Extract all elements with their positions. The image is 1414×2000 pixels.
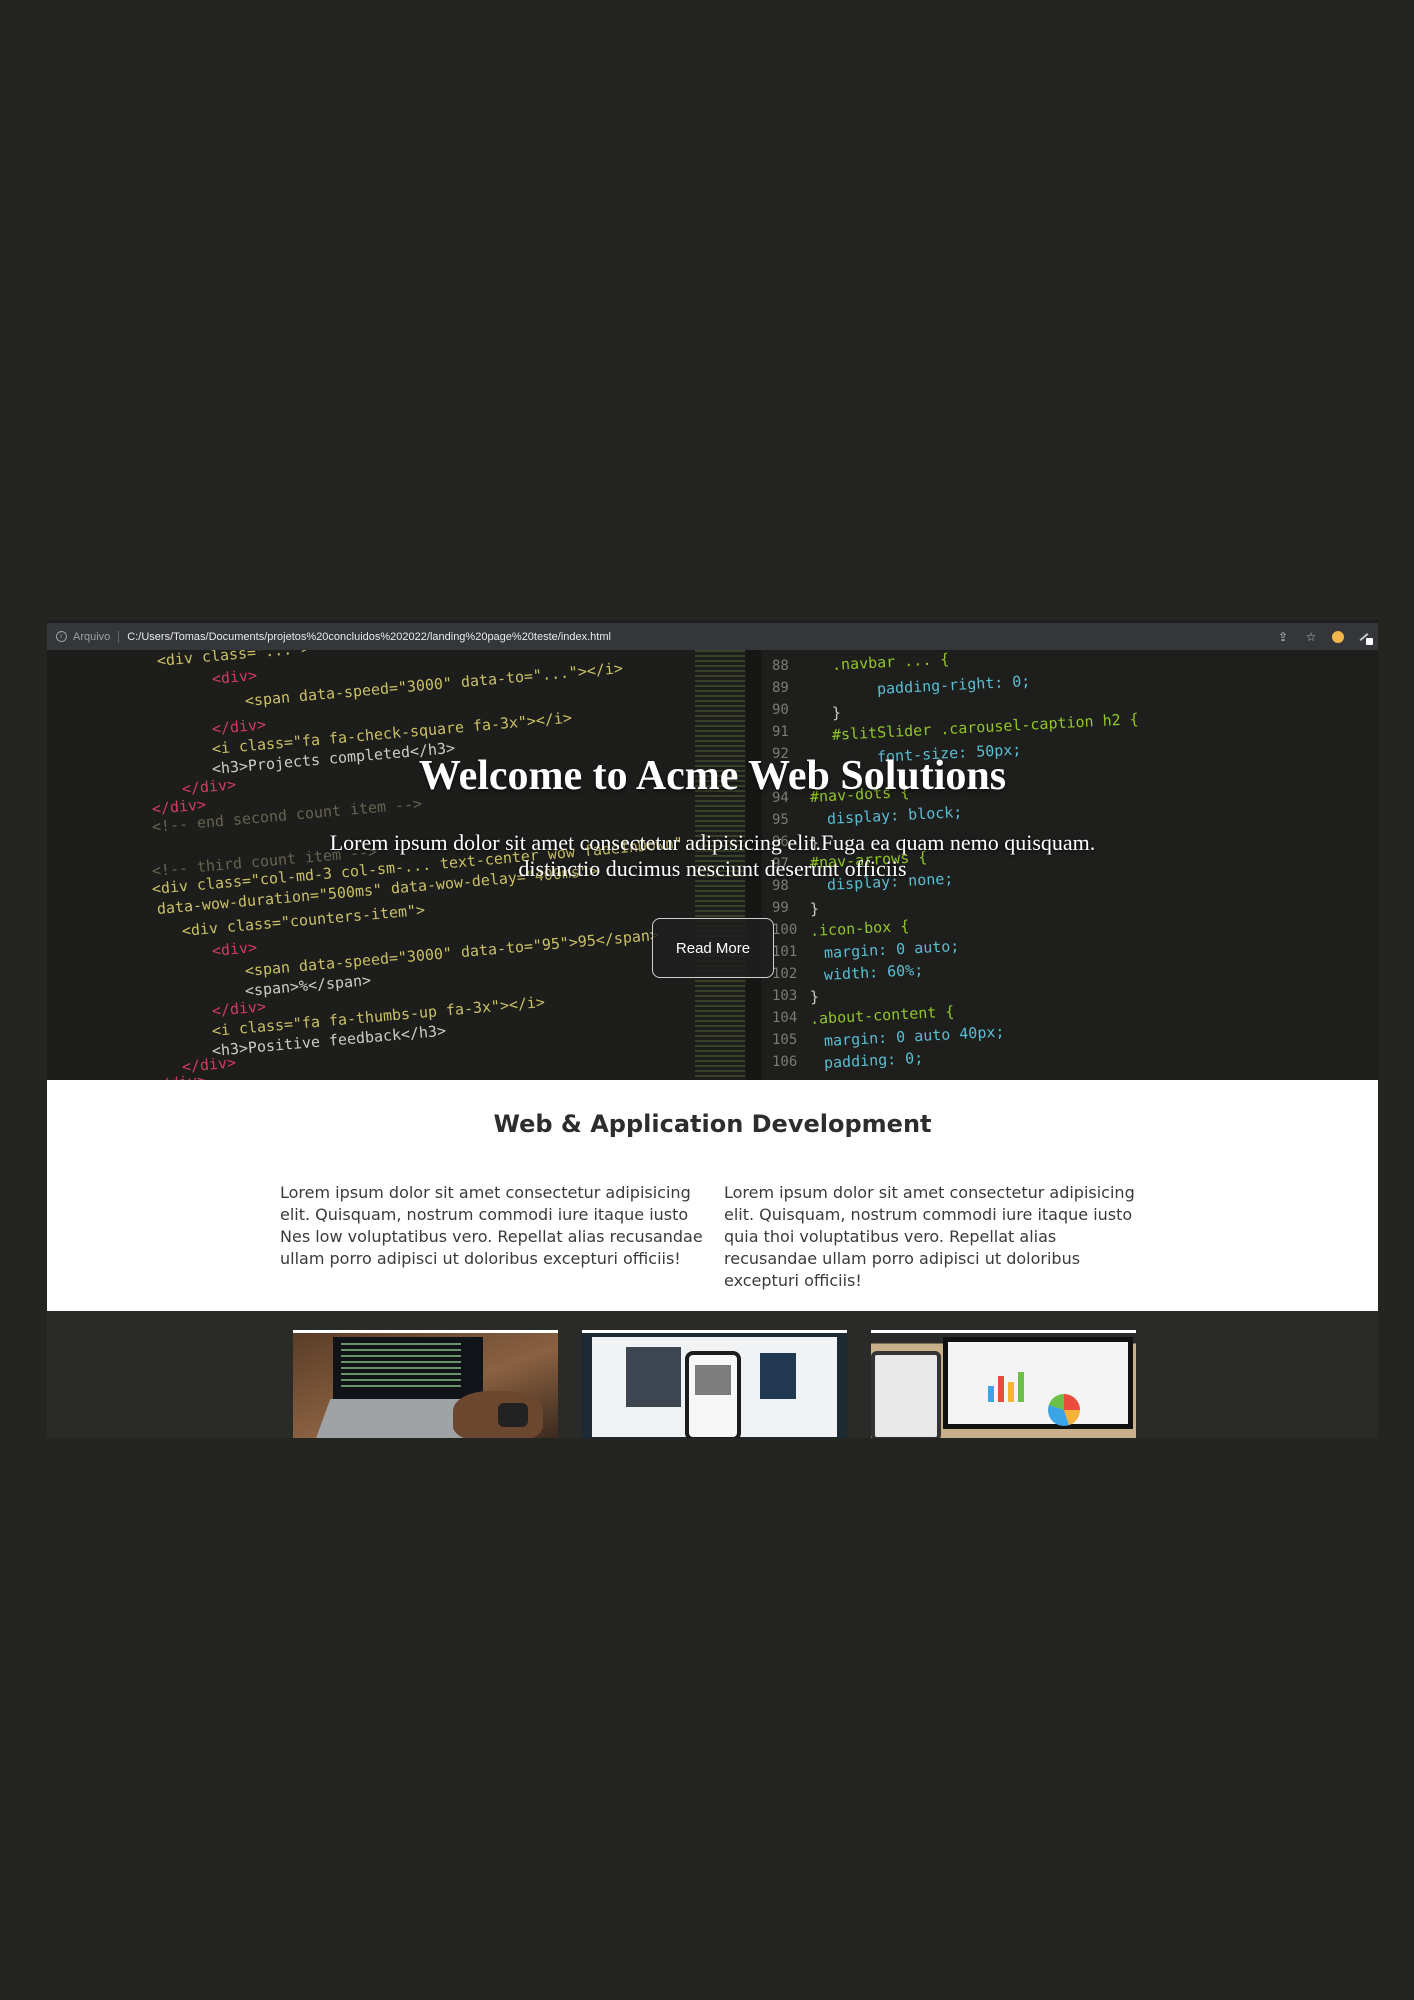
hero-section: <div class="..."> <div> <span data-speed… — [47, 650, 1378, 1080]
chart-bar-shape — [988, 1386, 994, 1402]
services-section: Web & Application Development Lorem ipsu… — [47, 1080, 1378, 1311]
laptop-coding-photo[interactable] — [293, 1330, 558, 1438]
hero-subtitle: Lorem ipsum dolor sit amet consectetur a… — [47, 830, 1378, 882]
chart-bar-shape — [998, 1376, 1004, 1402]
gallery-section — [47, 1311, 1378, 1438]
monitor-photo-shape — [760, 1353, 796, 1399]
chart-bar-shape — [1008, 1382, 1014, 1402]
address-separator — [118, 630, 120, 643]
browser-window: i Arquivo C:/Users/Tomas/Documents/proje… — [47, 620, 1378, 1438]
pie-chart-shape — [1048, 1394, 1080, 1426]
section-title: Web & Application Development — [493, 1110, 932, 1138]
analytics-laptop-photo[interactable] — [871, 1330, 1136, 1438]
address-bar[interactable]: i Arquivo C:/Users/Tomas/Documents/proje… — [47, 620, 1378, 650]
phone-shape — [685, 1351, 741, 1438]
services-paragraph-right: Lorem ipsum dolor sit amet consectetur a… — [724, 1183, 1135, 1290]
profile-dot-icon[interactable] — [1332, 630, 1344, 643]
info-icon[interactable]: i — [53, 629, 69, 645]
read-more-button[interactable]: Read More — [652, 918, 774, 978]
url-text[interactable]: C:/Users/Tomas/Documents/projetos%20conc… — [127, 631, 611, 643]
extension-icon[interactable] — [1358, 630, 1373, 645]
laptop-screen-shape — [333, 1337, 483, 1399]
hero-subtitle-line: distinctio ducimus nesciunt deserunt off… — [518, 856, 907, 881]
services-paragraph-left: Lorem ipsum dolor sit amet consectetur a… — [280, 1183, 703, 1268]
watch-shape — [498, 1403, 528, 1427]
monitor-photo-shape — [626, 1347, 681, 1407]
hero-title: Welcome to Acme Web Solutions — [418, 753, 1007, 799]
origin-label: Arquivo — [73, 630, 111, 643]
share-icon[interactable]: ⇪ — [1276, 630, 1290, 644]
chart-bar-shape — [1018, 1372, 1024, 1402]
tablet-shape — [871, 1351, 941, 1438]
star-icon[interactable]: ☆ — [1304, 630, 1318, 644]
phone-app-photo[interactable] — [582, 1330, 847, 1438]
hero-subtitle-line: Lorem ipsum dolor sit amet consectetur a… — [329, 830, 1096, 855]
laptop-screen-shape — [943, 1337, 1133, 1429]
toolbar-icons: ⇪ ☆ — [1276, 623, 1373, 650]
